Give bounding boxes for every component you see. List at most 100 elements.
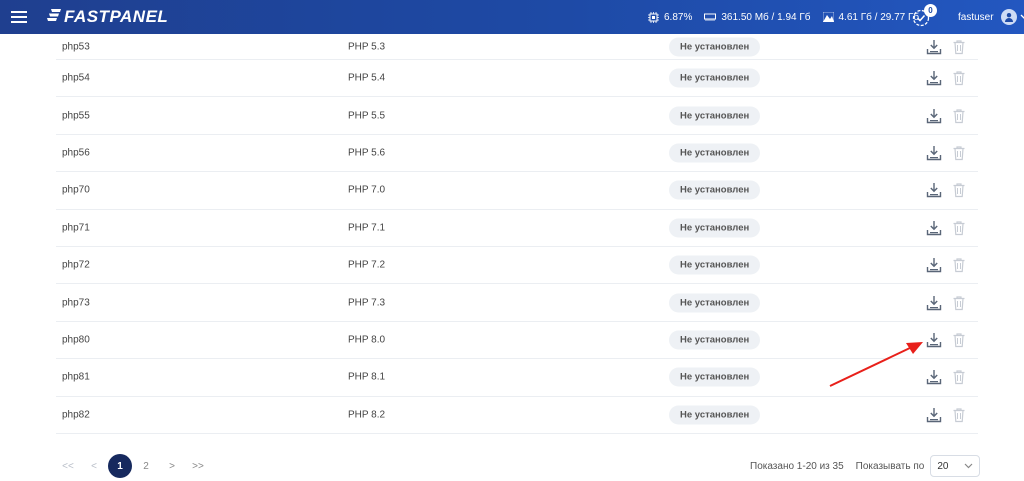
php-name-cell: php54 [62, 72, 90, 84]
php-name-cell: php70 [62, 184, 90, 196]
trash-icon [951, 295, 967, 314]
table-row: php53 PHP 5.3 Не установлен [56, 34, 978, 60]
chevron-down-icon [1020, 14, 1024, 20]
trash-icon [951, 258, 967, 276]
last-page-button[interactable]: >> [186, 454, 210, 478]
install-button[interactable] [926, 332, 942, 348]
page-1-button[interactable]: 1 [108, 454, 132, 478]
table-row: php80 PHP 8.0 Не установлен [56, 322, 978, 360]
hamburger-menu-button[interactable] [2, 0, 36, 34]
delete-button[interactable] [951, 108, 967, 124]
pagination: << < 1 2 > >> [56, 454, 212, 478]
php-name-cell: php72 [62, 259, 90, 271]
install-button[interactable] [926, 39, 942, 55]
first-page-button[interactable]: << [56, 454, 80, 478]
php-version-cell: PHP 5.6 [348, 147, 386, 159]
install-icon [926, 71, 942, 89]
user-menu[interactable]: fastuser [958, 0, 1024, 34]
trash-icon [951, 39, 967, 58]
table-row: php56 PHP 5.6 Не установлен [56, 135, 978, 173]
trash-icon [951, 183, 967, 201]
install-icon [926, 258, 942, 276]
table-row: php54 PHP 5.4 Не установлен [56, 60, 978, 98]
php-version-cell: PHP 5.3 [348, 41, 386, 52]
trash-icon [951, 146, 967, 164]
next-page-button[interactable]: > [160, 454, 184, 478]
trash-icon [951, 408, 967, 426]
install-icon [926, 145, 942, 164]
install-button[interactable] [926, 257, 942, 273]
install-button[interactable] [926, 407, 942, 423]
trash-icon [951, 370, 967, 388]
table-row: php73 PHP 7.3 Не установлен [56, 284, 978, 322]
delete-button[interactable] [951, 257, 967, 273]
user-icon [1004, 13, 1013, 22]
pagination-info: Показано 1-20 из 35 Показывать по 20 [750, 454, 981, 478]
php-name-cell: php55 [62, 110, 90, 122]
status-badge: Не установлен [669, 255, 761, 275]
status-badge: Не установлен [669, 37, 761, 56]
per-page-label: Показывать по [855, 460, 925, 472]
table-row: php81 PHP 8.1 Не установлен [56, 359, 978, 397]
install-icon [926, 370, 942, 388]
status-badge: Не установлен [669, 218, 761, 238]
trash-icon [951, 221, 967, 239]
ram-icon [704, 13, 717, 21]
disk-value: 4.61 Гб / 29.77 Гб [838, 11, 920, 23]
install-icon [926, 332, 942, 351]
chevron-down-icon [964, 463, 973, 469]
delete-button[interactable] [951, 39, 967, 55]
install-button[interactable] [926, 108, 942, 124]
php-version-cell: PHP 8.0 [348, 334, 386, 346]
logo-text: FASTPANEL [64, 7, 169, 26]
install-button[interactable] [926, 295, 942, 311]
prev-page-button[interactable]: < [82, 454, 106, 478]
delete-button[interactable] [951, 145, 967, 161]
cpu-icon [648, 11, 659, 23]
delete-button[interactable] [951, 332, 967, 348]
delete-button[interactable] [951, 295, 967, 311]
per-page-select[interactable]: 20 [930, 455, 981, 477]
delete-button[interactable] [951, 369, 967, 385]
logo[interactable]: FASTPANEL [46, 7, 168, 27]
notifications-button[interactable]: 0 [912, 4, 937, 30]
php-name-cell: php82 [62, 409, 90, 421]
install-button[interactable] [926, 220, 942, 236]
install-button[interactable] [926, 70, 942, 86]
cpu-stat: 6.87% [648, 11, 693, 23]
table-row: php70 PHP 7.0 Не установлен [56, 172, 978, 210]
php-name-cell: php53 [62, 41, 90, 52]
table-row: php72 PHP 7.2 Не установлен [56, 247, 978, 285]
trash-icon [951, 71, 967, 89]
trash-icon [951, 108, 967, 127]
install-button[interactable] [926, 182, 942, 198]
php-name-cell: php80 [62, 334, 90, 346]
delete-button[interactable] [951, 182, 967, 198]
status-badge: Не установлен [669, 68, 761, 88]
table-row: php55 PHP 5.5 Не установлен [56, 97, 978, 135]
logo-mark-icon [46, 7, 62, 27]
install-button[interactable] [926, 145, 942, 161]
hamburger-icon [11, 11, 27, 23]
delete-button[interactable] [951, 70, 967, 86]
status-badge: Не установлен [669, 367, 761, 387]
cpu-value: 6.87% [664, 11, 693, 23]
top-bar: FASTPANEL 6.87% 361.50 Мб / 1.94 Гб 4.61… [0, 0, 1024, 34]
page-2-button[interactable]: 2 [134, 454, 158, 478]
php-name-cell: php81 [62, 371, 90, 383]
status-badge: Не установлен [669, 405, 761, 425]
php-version-cell: PHP 7.1 [348, 222, 386, 234]
php-version-cell: PHP 7.2 [348, 259, 386, 271]
delete-button[interactable] [951, 407, 967, 423]
delete-button[interactable] [951, 220, 967, 236]
php-version-cell: PHP 7.3 [348, 297, 386, 309]
install-icon [926, 39, 942, 58]
avatar [1000, 9, 1017, 25]
status-badge: Не установлен [669, 143, 761, 163]
install-icon [926, 220, 942, 239]
php-version-cell: PHP 8.1 [348, 371, 386, 383]
showing-count: Показано 1-20 из 35 [750, 460, 844, 472]
php-name-cell: php73 [62, 297, 90, 309]
install-icon [926, 108, 942, 127]
install-button[interactable] [926, 369, 942, 385]
